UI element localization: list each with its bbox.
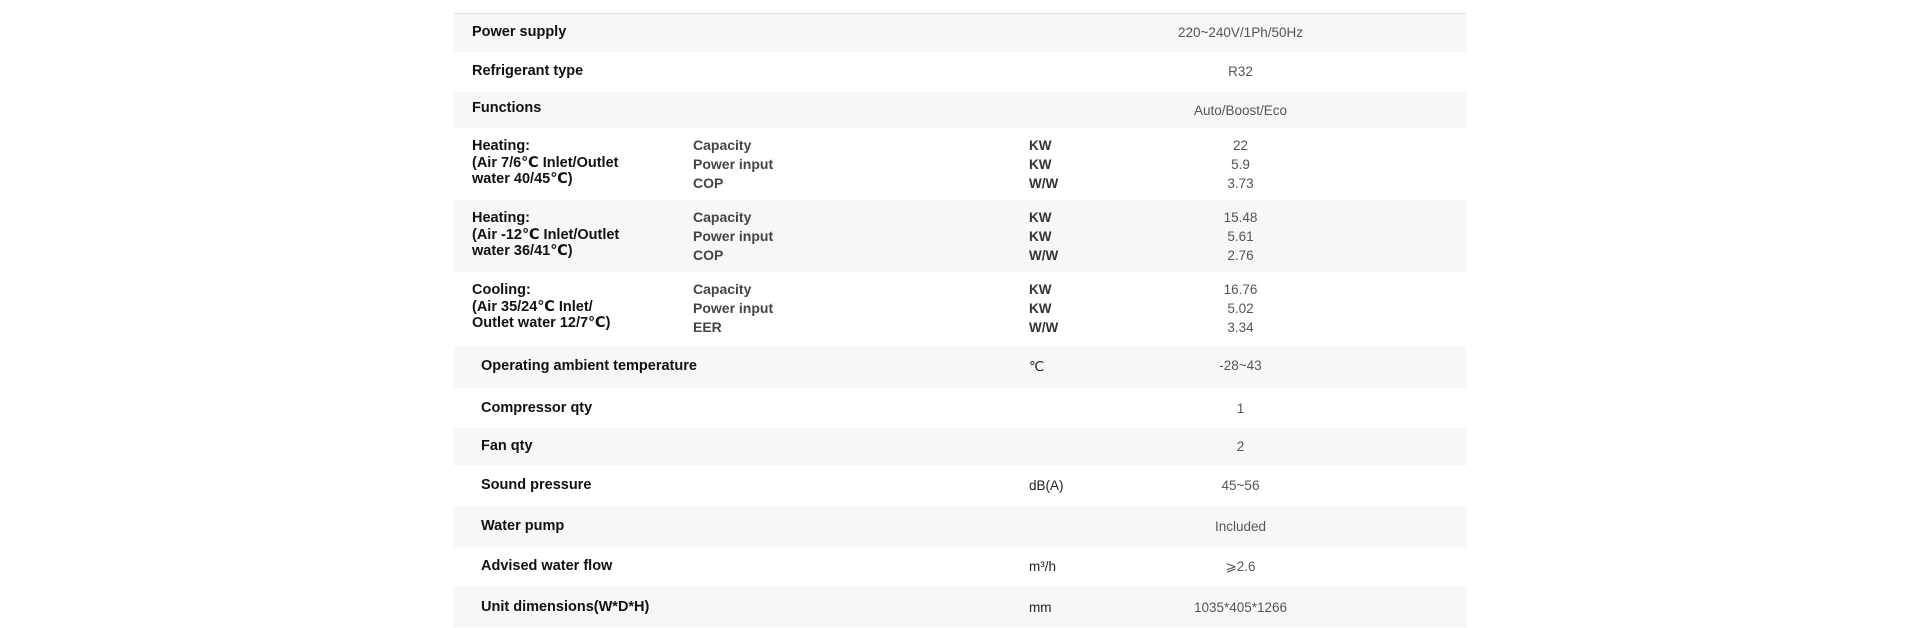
sub-name: Power input xyxy=(693,228,774,244)
sub-name: COP xyxy=(693,247,724,263)
sub-value: 2.76 xyxy=(1227,248,1254,263)
sub-name: Capacity xyxy=(693,281,752,297)
spec-group-heating-a7: Heating: (Air 7/6℃ Inlet/Outlet water 40… xyxy=(454,128,1466,200)
spec-row-water-pump: Water pump Included xyxy=(454,507,1466,547)
sub-value: 5.02 xyxy=(1227,301,1254,316)
group-sub-row: EER W/W 3.34 xyxy=(454,318,1466,337)
spec-label: Compressor qty xyxy=(481,400,593,416)
spec-row-unit-dimensions: Unit dimensions(W*D*H) mm 1035*405*1266 xyxy=(454,587,1466,627)
sub-unit: KW xyxy=(1029,157,1052,172)
sub-unit: W/W xyxy=(1029,248,1059,263)
spec-value: -28~43 xyxy=(1219,358,1262,373)
spec-label: Water pump xyxy=(481,518,565,534)
spec-value: 1 xyxy=(1236,401,1245,416)
group-sub-row: Power input KW 5.02 xyxy=(454,299,1466,318)
spec-row-sound-pressure: Sound pressure dB(A) 45~56 xyxy=(454,466,1466,507)
spec-unit: mm xyxy=(1029,600,1052,615)
spec-row-advised-water-flow: Advised water flow m³/h ⩾2.6 xyxy=(454,547,1466,587)
sub-name: Capacity xyxy=(693,209,752,225)
sub-name: COP xyxy=(693,175,724,191)
spec-label: Fan qty xyxy=(481,438,533,454)
spec-unit: ℃ xyxy=(1029,359,1045,374)
spec-label: Power supply xyxy=(472,24,567,40)
spec-value: 45~56 xyxy=(1221,478,1260,493)
group-sub-row: Capacity KW 16.76 xyxy=(454,280,1466,299)
group-sub-row: Power input KW 5.61 xyxy=(454,227,1466,246)
sub-unit: KW xyxy=(1029,229,1052,244)
sub-value: 3.34 xyxy=(1227,320,1254,335)
spec-value: 220~240V/1Ph/50Hz xyxy=(1178,25,1303,40)
spec-value: R32 xyxy=(1228,64,1253,79)
spec-table: Power supply 220~240V/1Ph/50Hz Refrigera… xyxy=(454,13,1466,627)
sub-name: EER xyxy=(693,319,722,335)
sub-value: 15.48 xyxy=(1223,210,1258,225)
spec-label: Functions xyxy=(472,100,542,116)
spec-row-functions: Functions Auto/Boost/Eco xyxy=(454,92,1466,128)
spec-row-fan-qty: Fan qty 2 xyxy=(454,428,1466,466)
group-sub-row: Power input KW 5.9 xyxy=(454,155,1466,174)
spec-row-operating-ambient-temperature: Operating ambient temperature ℃ -28~43 xyxy=(454,346,1466,388)
spec-label: Refrigerant type xyxy=(472,63,584,79)
sub-value: 5.9 xyxy=(1231,157,1250,172)
spec-label: Sound pressure xyxy=(481,477,592,493)
sub-unit: KW xyxy=(1029,301,1052,316)
sub-unit: W/W xyxy=(1029,176,1059,191)
sub-value: 5.61 xyxy=(1227,229,1254,244)
sub-name: Power input xyxy=(693,156,774,172)
sub-name: Capacity xyxy=(693,137,752,153)
spec-unit: m³/h xyxy=(1029,559,1056,574)
group-sub-row: Capacity KW 22 xyxy=(454,136,1466,155)
sub-unit: KW xyxy=(1029,138,1052,153)
spec-label: Operating ambient temperature xyxy=(481,358,697,374)
spec-group-heating-a-12: Heating: (Air -12℃ Inlet/Outlet water 36… xyxy=(454,200,1466,272)
spec-value: Auto/Boost/Eco xyxy=(1193,103,1288,118)
sub-unit: KW xyxy=(1029,210,1052,225)
spec-value: 2 xyxy=(1236,439,1245,454)
spec-row-refrigerant-type: Refrigerant type R32 xyxy=(454,52,1466,92)
sub-value: 22 xyxy=(1232,138,1249,153)
sub-name: Power input xyxy=(693,300,774,316)
spec-row-compressor-qty: Compressor qty 1 xyxy=(454,388,1466,428)
sub-unit: W/W xyxy=(1029,320,1059,335)
spec-value: 1035*405*1266 xyxy=(1193,600,1288,615)
group-sub-row: Capacity KW 15.48 xyxy=(454,208,1466,227)
spec-value: Included xyxy=(1214,519,1267,534)
sub-value: 16.76 xyxy=(1223,282,1258,297)
spec-row-power-supply: Power supply 220~240V/1Ph/50Hz xyxy=(454,14,1466,52)
group-sub-row: COP W/W 3.73 xyxy=(454,174,1466,193)
spec-value: ⩾2.6 xyxy=(1225,559,1256,574)
sub-unit: KW xyxy=(1029,282,1052,297)
spec-label: Advised water flow xyxy=(481,558,613,574)
spec-label: Unit dimensions(W*D*H) xyxy=(481,599,650,615)
spec-unit: dB(A) xyxy=(1029,478,1064,493)
spec-group-cooling: Cooling: (Air 35/24℃ Inlet/ Outlet water… xyxy=(454,272,1466,346)
sub-value: 3.73 xyxy=(1227,176,1254,191)
group-sub-row: COP W/W 2.76 xyxy=(454,246,1466,265)
